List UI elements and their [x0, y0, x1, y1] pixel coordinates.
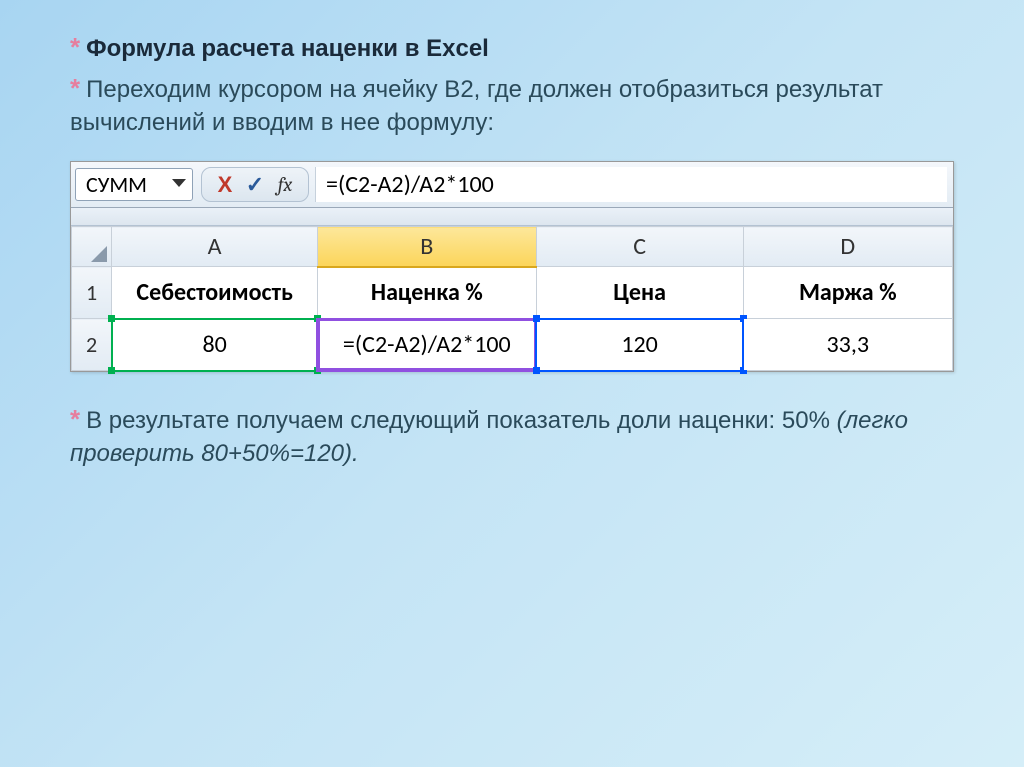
range-handle-icon	[533, 367, 540, 374]
cell-B2[interactable]: =(C2-A2)/A2*100	[317, 319, 536, 371]
chevron-down-icon[interactable]	[172, 179, 186, 193]
grid-top-spacer	[71, 208, 953, 226]
slide-top-text: *Формула расчета наценки в Excel *Перехо…	[70, 30, 954, 139]
range-handle-icon	[108, 367, 115, 374]
slide-title: Формула расчета наценки в Excel	[86, 35, 489, 62]
fx-icon[interactable]: fx	[270, 173, 300, 196]
formula-bar-buttons: X ✓ fx	[201, 167, 309, 202]
bullet-icon: *	[70, 32, 80, 62]
cell-D1[interactable]: Маржа %	[743, 267, 952, 319]
col-header-B[interactable]: B	[317, 227, 536, 267]
cell-C2-value: 120	[621, 330, 658, 359]
col-header-C[interactable]: C	[536, 227, 743, 267]
name-box-value: СУММ	[86, 171, 147, 198]
col-header-A[interactable]: A	[112, 227, 318, 267]
excel-window: СУММ X ✓ fx =(C2-A2)/A2*100 A B C D 1 Се…	[70, 161, 954, 372]
bullet-icon: *	[70, 404, 80, 434]
cell-B1[interactable]: Наценка %	[317, 267, 536, 319]
range-handle-icon	[533, 315, 540, 322]
cell-C1[interactable]: Цена	[536, 267, 743, 319]
formula-text: =(C2-A2)/A2*100	[326, 170, 494, 199]
row-header-2[interactable]: 2	[72, 319, 112, 371]
cell-A1[interactable]: Себестоимость	[112, 267, 318, 319]
name-box[interactable]: СУММ	[75, 168, 193, 201]
cell-D2[interactable]: 33,3	[743, 319, 952, 371]
worksheet-grid[interactable]: A B C D 1 Себестоимость Наценка % Цена М…	[71, 226, 953, 371]
slide-bottom-text: *В результате получаем следующий показат…	[70, 402, 954, 470]
range-handle-icon	[108, 315, 115, 322]
bullet-icon: *	[70, 73, 80, 103]
cancel-icon[interactable]: X	[210, 172, 240, 198]
col-header-D[interactable]: D	[743, 227, 952, 267]
formula-input[interactable]: =(C2-A2)/A2*100	[315, 167, 947, 202]
cell-B2-value: =(C2-A2)/A2*100	[343, 330, 511, 359]
corner-triangle-icon	[91, 246, 107, 262]
cell-A2-value: 80	[202, 330, 226, 359]
formula-bar: СУММ X ✓ fx =(C2-A2)/A2*100	[71, 162, 953, 208]
slide-intro: Переходим курсором на ячейку B2, где дол…	[70, 76, 883, 135]
cell-C2[interactable]: 120	[536, 319, 743, 371]
result-text: В результате получаем следующий показате…	[86, 407, 836, 434]
row-header-1[interactable]: 1	[72, 267, 112, 319]
check-icon[interactable]: ✓	[240, 172, 270, 198]
select-all-corner[interactable]	[72, 227, 112, 267]
cell-A2[interactable]: 80	[112, 319, 318, 371]
